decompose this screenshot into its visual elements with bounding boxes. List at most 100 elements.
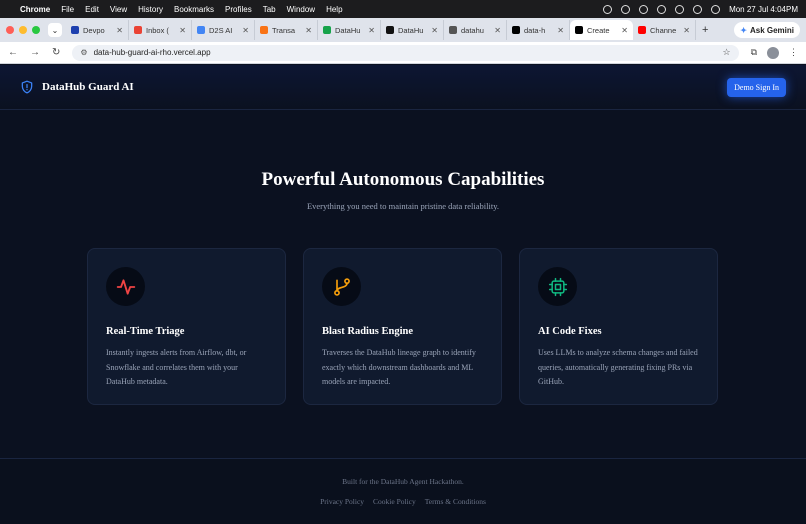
browser-tab[interactable]: datahu ✕ [444,20,507,40]
card-title: Blast Radius Engine [322,326,414,337]
menu-file[interactable]: File [61,5,74,14]
card-blast-radius-engine: Blast Radius Engine Traverses the DataHu… [303,248,502,405]
tab-favicon-icon [134,26,142,34]
web-page: DataHub Guard AI Demo Sign In Powerful A… [0,65,806,524]
card-icon-wrap [538,267,577,306]
ask-gemini-label: Ask Gemini [749,25,794,35]
capability-cards: Real-Time Triage Instantly ingests alert… [87,248,718,405]
cpu-icon [548,277,567,296]
browser-tab-bar: ⌄ Devpo ✕ Inbox (✕ D2S AI ✕ Transa ✕ DataHu ✕ Dat… [0,18,806,42]
close-tab-icon[interactable]: ✕ [368,26,375,35]
profile-avatar[interactable] [767,46,779,59]
menu-profiles[interactable]: Profiles [225,5,252,14]
tab-label: Channe [650,25,677,35]
bookmark-star-icon[interactable]: ☆ [722,47,730,58]
tab-favicon-icon [323,26,331,34]
back-icon[interactable]: ← [8,47,18,58]
tab-label: D2S AI [209,25,233,35]
close-window-icon[interactable] [6,26,14,34]
privacy-policy-link[interactable]: Privacy Policy [320,497,364,506]
tab-favicon-icon [449,26,457,34]
close-tab-icon[interactable]: ✕ [431,26,438,35]
menu-help[interactable]: Help [326,5,342,14]
close-tab-icon[interactable]: ✕ [179,26,186,35]
menu-tab[interactable]: Tab [263,5,276,14]
close-tab-icon[interactable]: ✕ [494,26,501,35]
browser-tab[interactable]: Channe ✕ [633,20,696,40]
tab-favicon-icon [197,26,205,34]
tab-label: Transa [272,25,296,35]
browser-tab[interactable]: D2S AI ✕ [192,20,255,40]
tab-favicon-icon [512,26,520,34]
control-center-icon[interactable] [711,4,721,14]
terms-link[interactable]: Terms & Conditions [425,497,486,506]
tab-label: DataHu [335,25,361,35]
tab-label: data-h [524,25,546,35]
browser-tab[interactable]: DataHu ✕ [381,20,444,40]
play-icon[interactable] [657,4,667,14]
cloud-icon[interactable] [603,4,613,14]
maximize-window-icon[interactable] [32,26,40,34]
site-footer: Built for the DataHub Agent Hackathon. P… [0,458,806,524]
toolbar-right: ⧉ ⋮ [751,46,798,59]
close-tab-icon[interactable]: ✕ [557,26,564,35]
tab-search-icon[interactable]: ⌄ [48,23,62,37]
close-tab-icon[interactable]: ✕ [305,26,312,35]
footer-links: Privacy Policy Cookie Policy Terms & Con… [0,497,806,506]
extensions-icon[interactable]: ⧉ [751,47,757,58]
browser-tab[interactable]: DataHu ✕ [318,20,381,40]
url-field[interactable]: ⚙ data-hub-guard-ai-rho.vercel.app ☆ [72,44,739,61]
tab-favicon-icon [71,26,79,34]
card-description: Uses LLMs to analyze schema changes and … [538,348,698,386]
tab-favicon-icon [638,26,646,34]
new-tab-icon[interactable]: + [702,24,708,36]
pulse-icon [116,278,135,295]
wifi-icon[interactable] [639,4,649,14]
search-icon[interactable] [693,4,703,14]
menu-bookmarks[interactable]: Bookmarks [174,5,214,14]
site-info-icon[interactable]: ⚙ [80,48,87,57]
close-tab-icon[interactable]: ✕ [242,26,249,35]
menu-view[interactable]: View [110,5,127,14]
card-real-time-triage: Real-Time Triage Instantly ingests alert… [87,248,286,405]
browser-tab[interactable]: Transa ✕ [255,20,318,40]
browser-tab[interactable]: Devpo ✕ [66,20,129,40]
close-tab-icon[interactable]: ✕ [621,26,628,35]
tab-label: Create [587,25,610,35]
card-description: Traverses the DataHub lineage graph to i… [322,348,476,386]
gemini-icon: ✦ [740,25,747,35]
tab-label: Inbox ( [146,25,169,35]
browser-tab[interactable]: Inbox ( ✕ [129,20,192,40]
close-tab-icon[interactable]: ✕ [116,26,123,35]
section-subtitle: Everything you need to maintain pristine… [306,201,500,211]
tab-favicon-icon [386,26,394,34]
tab-label: Devpo [83,25,105,35]
section-title: Powerful Autonomous Capabilities [261,169,545,190]
forward-icon[interactable]: → [30,47,40,58]
card-icon-wrap [106,267,145,306]
battery-icon[interactable] [675,4,685,14]
menu-window[interactable]: Window [287,5,315,14]
status-icon[interactable] [621,4,631,14]
more-menu-icon[interactable]: ⋮ [789,47,798,58]
card-title: Real-Time Triage [106,326,185,337]
close-tab-icon[interactable]: ✕ [683,26,690,35]
menubar-clock[interactable]: Mon 27 Jul 4:04PM [729,5,798,14]
minimize-window-icon[interactable] [19,26,27,34]
menu-app-name[interactable]: Chrome [20,5,50,14]
tab-label: datahu [461,25,484,35]
tabs: Devpo ✕ Inbox (✕ D2S AI ✕ Transa ✕ DataHu ✕ DataH… [66,20,696,40]
reload-icon[interactable]: ↻ [52,47,60,58]
menu-history[interactable]: History [138,5,163,14]
brand[interactable]: DataHub Guard AI [20,79,134,95]
demo-sign-in-button[interactable]: Demo Sign In [727,77,786,97]
status-area: Mon 27 Jul 4:04PM [603,4,798,14]
url-text: data-hub-guard-ai-rho.vercel.app [93,48,211,57]
menu-edit[interactable]: Edit [85,5,99,14]
footer-built-text: Built for the DataHub Agent Hackathon. [342,477,464,486]
browser-tab[interactable]: Create ✕ [570,20,633,40]
card-ai-code-fixes: AI Code Fixes Uses LLMs to analyze schem… [519,248,718,405]
browser-tab[interactable]: data-h ✕ [507,20,570,40]
ask-gemini-button[interactable]: ✦ Ask Gemini [734,22,800,38]
cookie-policy-link[interactable]: Cookie Policy [373,497,416,506]
